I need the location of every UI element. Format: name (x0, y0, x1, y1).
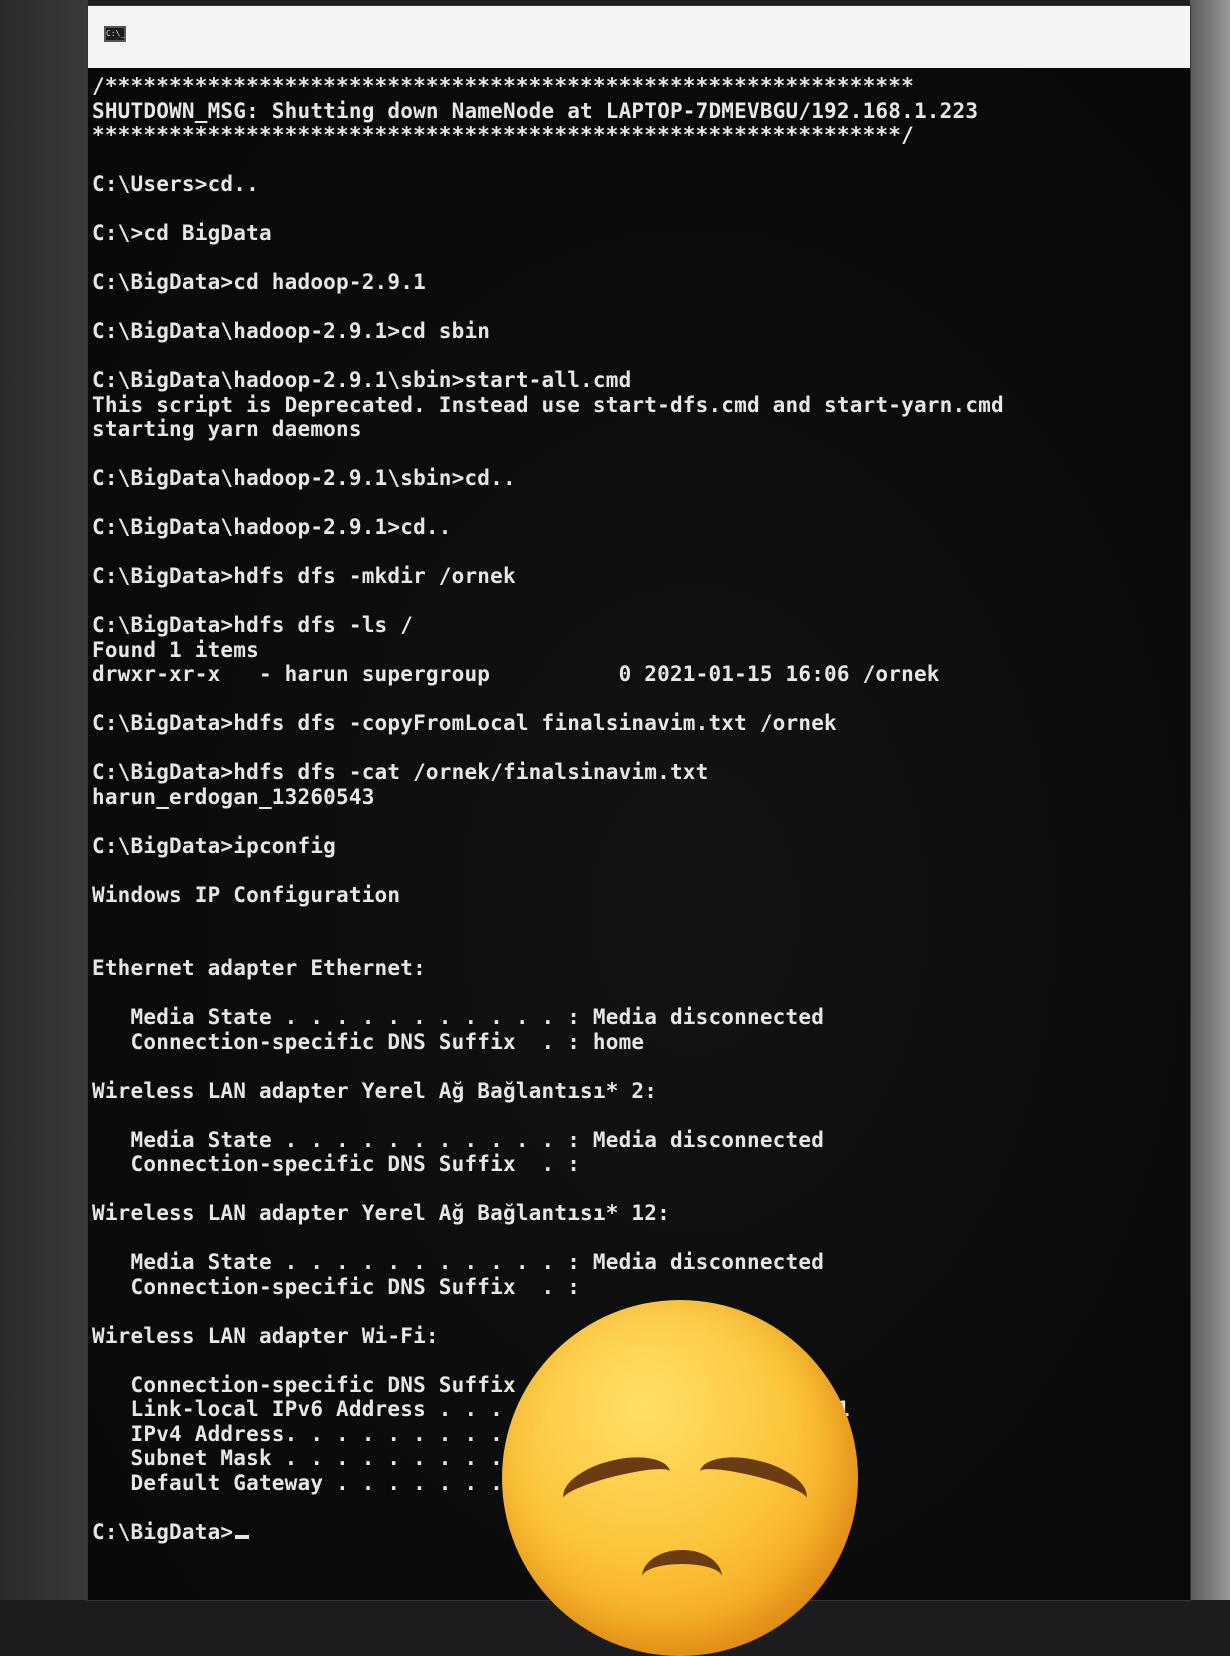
title-bar[interactable]: C:\_ (88, 6, 1190, 68)
console-line: C:\Users>cd.. (92, 172, 259, 196)
console-line: C:\BigData>cd hadoop-2.9.1 (92, 270, 426, 294)
console-line: C:\BigData>ipconfig (92, 833, 337, 858)
console-line: C:\BigData>hdfs dfs -copyFromLocal final… (92, 711, 837, 735)
monitor-bezel-right (1190, 0, 1230, 1600)
console-line: Connection-specific DNS Suffix . : (92, 1152, 581, 1176)
console-line: C:\BigData\hadoop-2.9.1>cd sbin (92, 319, 491, 343)
console-line: C:\BigData>hdfs dfs -mkdir /ornek (92, 564, 516, 588)
mouth (642, 1550, 722, 1604)
console-line: C:\BigData>hdfs dfs -ls / (92, 613, 414, 637)
eye-right (693, 1447, 813, 1523)
console-line: Wireless LAN adapter Yerel Ağ Bağlantısı… (92, 1201, 670, 1225)
console-line: Wireless LAN adapter Yerel Ağ Bağlantısı… (92, 1078, 658, 1103)
console-line: Media State . . . . . . . . . . . : Medi… (92, 1250, 825, 1274)
console-line: This script is Deprecated. Instead use s… (92, 392, 1004, 417)
console-line: starting yarn daemons (92, 417, 362, 441)
console-line: Connection-specific DNS Suffix . : home (92, 1029, 645, 1054)
console-line: SHUTDOWN_MSG: Shutting down NameNode at … (92, 98, 979, 123)
console-line: /***************************************… (92, 74, 914, 98)
console-line: Media State . . . . . . . . . . . : Medi… (92, 1005, 825, 1029)
console-line: ****************************************… (92, 123, 914, 147)
monitor-bezel-left (0, 0, 88, 1600)
console-line: Found 1 items (92, 637, 259, 662)
console-line: Windows IP Configuration (92, 882, 401, 907)
console-line: drwxr-xr-x - harun supergroup 0 2021-01-… (92, 662, 940, 686)
cmd-icon: C:\_ (104, 26, 126, 42)
console-line: Media State . . . . . . . . . . . : Medi… (92, 1127, 825, 1152)
console-line: C:\BigData>hdfs dfs -cat /ornek/finalsin… (92, 760, 709, 784)
console-line: C:\BigData\hadoop-2.9.1>cd.. (92, 515, 452, 539)
console-line: Connection-specific DNS Suffix . : (92, 1274, 581, 1299)
console-line: C:\>cd BigData (92, 221, 272, 245)
console-line: C:\BigData\hadoop-2.9.1\sbin>cd.. (92, 466, 516, 490)
disappointed-face-emoji (502, 1300, 858, 1656)
console-line: C:\BigData\hadoop-2.9.1\sbin>start-all.c… (92, 368, 632, 392)
eye-left (557, 1447, 677, 1523)
console-line: Ethernet adapter Ethernet: (92, 956, 426, 980)
console-line: harun_erdogan_13260543 (92, 784, 375, 809)
text-cursor (235, 1534, 250, 1539)
